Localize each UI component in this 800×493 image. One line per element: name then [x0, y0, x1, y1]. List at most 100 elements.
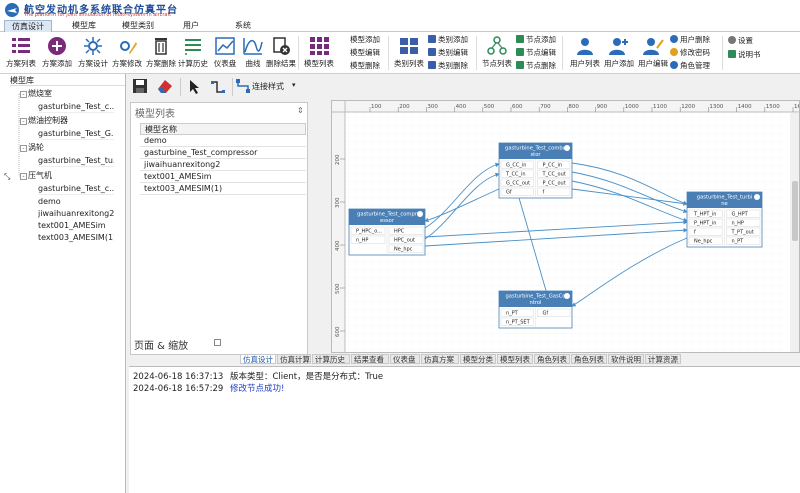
category-list-button[interactable]: 类别列表: [394, 34, 424, 72]
expand-toggle[interactable]: -: [20, 145, 27, 152]
ribbon-separator: [476, 36, 477, 70]
role-manage-button[interactable]: 角色管理: [670, 60, 710, 71]
bottom-tab[interactable]: 模型分类: [460, 354, 496, 364]
tab-system[interactable]: 系统: [228, 20, 258, 32]
tree-leaf[interactable]: gasturbine_Test_tu...: [38, 155, 114, 167]
bottom-tab[interactable]: 仿真方案: [421, 354, 459, 364]
node-title: ntrol: [530, 300, 542, 306]
tree-leaf[interactable]: gasturbine_Test_G...: [38, 128, 114, 140]
bottom-tab[interactable]: 角色列表: [571, 354, 607, 364]
model-list-button[interactable]: 模型列表: [304, 34, 334, 72]
save-icon[interactable]: [132, 78, 148, 94]
tab-simulation-design[interactable]: 仿真设计: [4, 20, 52, 32]
design-canvas[interactable]: 100 200 300 400 500 600 700 800 900 1000 1100 1200 1…: [331, 100, 800, 353]
scheme-design-button[interactable]: 方案设计: [78, 34, 108, 72]
connector-icon[interactable]: [210, 79, 226, 95]
table-row[interactable]: demo: [140, 135, 306, 147]
log-time: 2024-06-18 16:37:13: [133, 372, 224, 382]
change-password-label: 修改密码: [680, 48, 710, 57]
bottom-tab[interactable]: 模型列表: [497, 354, 533, 364]
node-close-icon[interactable]: [754, 194, 760, 200]
node-close-icon[interactable]: [564, 293, 570, 299]
scheme-delete-button[interactable]: 方案删除: [146, 34, 176, 72]
manual-label: 说明书: [738, 50, 761, 59]
model-edit-button[interactable]: 模型编辑: [350, 47, 380, 58]
user-delete-icon: [670, 35, 678, 43]
bottom-tab[interactable]: 角色列表: [534, 354, 570, 364]
node-add-button[interactable]: 节点添加: [516, 34, 556, 45]
scheme-add-button[interactable]: 方案添加: [42, 34, 72, 72]
scrollbar-thumb[interactable]: [792, 181, 798, 241]
settings-button[interactable]: 设置: [728, 35, 753, 46]
category-delete-button[interactable]: 类别删除: [428, 60, 468, 71]
user-list-button[interactable]: 用户列表: [570, 34, 600, 72]
calc-history-button[interactable]: 计算历史: [178, 34, 208, 72]
node-edit-button[interactable]: 节点编辑: [516, 47, 556, 58]
model-add-button[interactable]: 模型添加: [350, 34, 380, 45]
table-row[interactable]: text001_AMESim: [140, 171, 306, 183]
scheme-edit-button[interactable]: 方案修改: [112, 34, 142, 72]
node-delete-button[interactable]: 节点删除: [516, 60, 556, 71]
tab-user[interactable]: 用户: [176, 20, 206, 32]
model-delete-button[interactable]: 模型删除: [350, 60, 380, 71]
table-row[interactable]: jiwaihuanrexitong2: [140, 159, 306, 171]
tree-leaf[interactable]: gasturbine_Test_c...: [38, 101, 114, 113]
tree-group-fuel-controller[interactable]: 燃油控制器: [28, 115, 68, 127]
node-delete-icon: [516, 61, 524, 69]
expand-toggle[interactable]: -: [20, 91, 27, 98]
user-edit-button[interactable]: 用户编辑: [638, 34, 668, 72]
bottom-tab[interactable]: 结果查看: [351, 354, 389, 364]
tab-model-category[interactable]: 模型类别: [116, 20, 160, 32]
bottom-tab[interactable]: 仪表盘: [390, 354, 420, 364]
node-combustor[interactable]: gasturbine_Test_combustor G_CC_in T_CC_in G…: [498, 142, 573, 199]
tree-group-compressor[interactable]: 压气机: [28, 170, 52, 182]
scheme-add-label: 方案添加: [42, 59, 72, 68]
tree-leaf[interactable]: jiwaihuanrexitong2: [38, 208, 114, 220]
node-add-label: 节点添加: [526, 35, 556, 44]
port-label: n_PT: [506, 311, 519, 317]
tree-leaf[interactable]: text001_AMESim: [38, 220, 114, 232]
category-edit-button[interactable]: 类别编辑: [428, 47, 468, 58]
eraser-icon[interactable]: [156, 78, 174, 94]
scheme-list-button[interactable]: 方案列表: [6, 34, 36, 72]
scheme-edit-label: 方案修改: [112, 59, 142, 68]
port-label: HPC: [394, 229, 405, 235]
tree-group-combustor[interactable]: 燃烧室: [28, 88, 52, 100]
tree-leaf[interactable]: text003_AMESIM(1): [38, 232, 114, 244]
node-close-icon[interactable]: [564, 145, 570, 151]
expand-toggle[interactable]: -: [20, 173, 27, 180]
bottom-tab[interactable]: 计算资源: [645, 354, 681, 364]
port-label: P_CC_in: [543, 163, 563, 169]
node-compressor[interactable]: gasturbine_Test_compressor P_HPC_o... n_HP…: [348, 208, 426, 256]
node-turbine[interactable]: gasturbine_Test_turbine T_HPT_in P_HPT_inf…: [686, 191, 763, 248]
bottom-tab[interactable]: 仿真计算: [277, 354, 311, 364]
table-row[interactable]: gasturbine_Test_compressor: [140, 147, 306, 159]
connect-style-dropdown[interactable]: 连接样式 ▾: [236, 79, 296, 93]
category-edit-icon: [428, 48, 436, 56]
user-delete-label: 用户删除: [680, 35, 710, 44]
tab-model-library[interactable]: 模型库: [62, 20, 106, 32]
manual-button[interactable]: 说明书: [728, 49, 761, 60]
category-add-button[interactable]: 类别添加: [428, 34, 468, 45]
settings-label: 设置: [738, 36, 753, 45]
bottom-tab[interactable]: 仿真设计: [240, 354, 276, 364]
user-add-button[interactable]: 用户添加: [604, 34, 634, 72]
node-gascontrol[interactable]: gasturbine_Test_GasControl n_PT n_PT_SET Gf: [498, 290, 573, 329]
node-title: gasturbine_Test_compr: [357, 212, 418, 218]
delete-result-button[interactable]: 删除结果: [266, 34, 296, 72]
change-password-button[interactable]: 修改密码: [670, 47, 710, 58]
user-delete-button[interactable]: 用户删除: [670, 34, 710, 45]
bottom-tab[interactable]: 软件说明: [608, 354, 644, 364]
ruler-label: 500: [335, 283, 341, 294]
node-close-icon[interactable]: [417, 211, 423, 217]
node-list-button[interactable]: 节点列表: [482, 34, 512, 72]
expand-toggle[interactable]: -: [20, 118, 27, 125]
bottom-tab[interactable]: 计算历史: [312, 354, 350, 364]
pin-icon[interactable]: ⇕: [297, 106, 304, 115]
tree-group-turbine[interactable]: 涡轮: [28, 142, 44, 154]
tree-leaf[interactable]: demo: [38, 196, 114, 208]
tree-leaf[interactable]: gasturbine_Test_c...: [38, 183, 114, 195]
table-row[interactable]: text003_AMESIM(1): [140, 183, 306, 195]
restore-icon[interactable]: [214, 339, 221, 346]
pointer-icon[interactable]: [188, 79, 202, 95]
